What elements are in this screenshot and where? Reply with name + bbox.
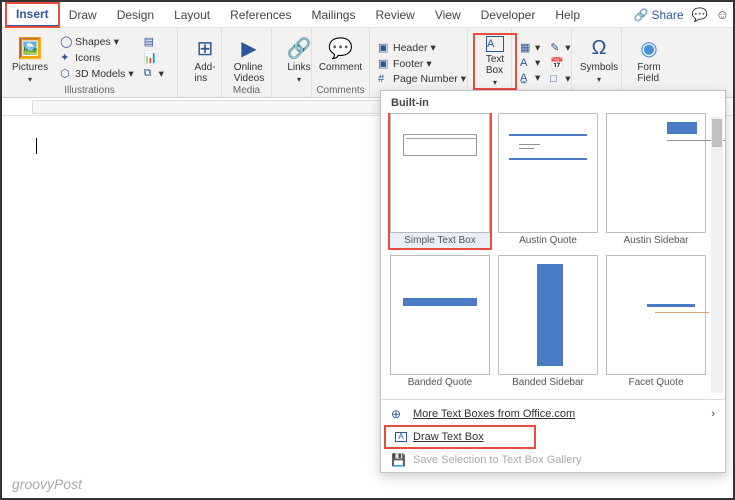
tab-help[interactable]: Help [545, 4, 590, 26]
object-button[interactable]: □▾ [548, 72, 572, 86]
textbox-dropdown: Built-in ▬▬▬▬▬▬▬▬▬▬▬▬▬▬▬▬▬▬▬▬▬▬▬▬▬▬▬▬▬▬▬… [380, 90, 726, 473]
share-icon: 🔗 [634, 8, 649, 22]
formfield-icon: ◉ [640, 36, 657, 60]
chevron-right-icon: › [711, 408, 715, 420]
dropcap-icon: A͇ [520, 72, 532, 84]
draw-text-box-button[interactable]: ADraw Text Box [385, 426, 535, 448]
header-icon: ▣ [378, 41, 390, 54]
chart-button[interactable]: 📊 [142, 50, 166, 65]
more-textboxes-button[interactable]: ⊕More Text Boxes from Office.com› [381, 402, 725, 426]
sig-icon: ✎ [550, 41, 562, 54]
tab-developer[interactable]: Developer [471, 4, 546, 26]
dropdown-header: Built-in [381, 91, 725, 113]
sigline-button[interactable]: ✎▾ [548, 40, 572, 55]
icons-icon: ✦ [60, 51, 72, 64]
pagenumber-button[interactable]: #Page Number ▾ [376, 72, 468, 86]
obj-icon: □ [550, 73, 562, 85]
footer-button[interactable]: ▣Footer ▾ [376, 56, 468, 71]
pictures-button[interactable]: 🖼️Pictures▾ [8, 34, 52, 86]
textbox-icon: A [486, 36, 504, 52]
online-videos-button[interactable]: ▶Online Videos [228, 34, 270, 86]
comments-icon[interactable]: 💬 [692, 7, 708, 23]
dropcap-button[interactable]: A͇▾ [518, 71, 542, 85]
shapes-icon: ◯ [60, 35, 72, 48]
gallery-banded-quote[interactable]: Banded Quote [389, 255, 491, 391]
addins-icon: ⊞ [197, 36, 214, 60]
comment-button[interactable]: 💬Comment [318, 34, 363, 75]
tab-design[interactable]: Design [107, 4, 164, 26]
gallery-facet-quote[interactable]: ▬▬▬▬▬▬▬▬▬▬▬▬▬▬▬▬▬▬ Facet Quote [605, 255, 707, 391]
tab-layout[interactable]: Layout [164, 4, 220, 26]
symbols-button[interactable]: ΩSymbols▾ [578, 34, 620, 86]
group-illustrations: 🖼️Pictures▾ ◯Shapes ▾ ✦Icons ⬡3D Models … [2, 28, 178, 97]
group-media: ▶Online Videos Media [222, 28, 272, 97]
gallery-austin-sidebar[interactable]: ▬▬▬▬▬▬▬▬▬▬▬▬▬▬▬▬▬▬▬▬▬▬▬▬▬▬▬▬▬▬▬▬▬▬▬▬▬▬▬▬… [605, 113, 707, 249]
shapes-button[interactable]: ◯Shapes ▾ [58, 34, 135, 49]
watermark: groovyPost [12, 476, 82, 492]
smartart-button[interactable]: ▤ [142, 34, 166, 49]
datetime-button[interactable]: 📅 [548, 56, 572, 71]
text-box-button[interactable]: AText Box▾ [474, 34, 516, 89]
draw-textbox-icon: A [395, 432, 407, 442]
gallery-simple-text-box[interactable]: ▬▬▬▬▬▬▬▬▬▬▬▬▬▬▬▬▬▬▬▬▬▬▬▬▬▬▬▬▬▬▬▬▬▬▬▬▬▬▬▬… [389, 113, 491, 249]
tab-references[interactable]: References [220, 4, 301, 26]
video-icon: ▶ [241, 36, 256, 60]
gallery-scrollbar[interactable] [711, 117, 723, 393]
screenshot-icon: ⧉ [144, 67, 156, 80]
comment-icon: 💬 [328, 36, 353, 60]
icons-button[interactable]: ✦Icons [58, 50, 135, 65]
face-icon[interactable]: ☺ [716, 7, 729, 22]
3dmodels-button[interactable]: ⬡3D Models ▾ [58, 66, 135, 81]
footer-icon: ▣ [378, 57, 390, 70]
group-symbols: ΩSymbols▾ [572, 28, 622, 97]
tab-draw[interactable]: Draw [59, 4, 107, 26]
form-field-button[interactable]: ◉Form Field [628, 34, 670, 86]
wordart-icon: A [520, 57, 532, 69]
web-icon: ⊕ [391, 407, 407, 421]
save-icon: 💾 [391, 453, 407, 467]
group-label: Media [222, 85, 271, 96]
share-button[interactable]: 🔗Share [634, 8, 684, 22]
pictures-icon: 🖼️ [18, 36, 43, 60]
group-headerfooter: ▣Header ▾ ▣Footer ▾ #Page Number ▾ [370, 28, 468, 97]
tab-review[interactable]: Review [365, 4, 424, 26]
quickparts-button[interactable]: ▦▾ [518, 40, 542, 55]
pagenumber-icon: # [378, 73, 390, 85]
group-text: AText Box▾ [468, 28, 512, 97]
tab-right: 🔗Share 💬 ☺ [634, 7, 729, 23]
group-addins: ⊞Add- ins [178, 28, 222, 97]
gallery-banded-sidebar[interactable]: Banded Sidebar [497, 255, 599, 391]
ribbon: 🖼️Pictures▾ ◯Shapes ▾ ✦Icons ⬡3D Models … [2, 28, 733, 98]
date-icon: 📅 [550, 57, 562, 70]
chart-icon: 📊 [144, 51, 156, 64]
addins-button[interactable]: ⊞Add- ins [184, 34, 226, 86]
save-selection-button: 💾Save Selection to Text Box Gallery [381, 448, 725, 472]
tab-bar: Insert Draw Design Layout References Mai… [2, 2, 733, 28]
textbox-gallery: ▬▬▬▬▬▬▬▬▬▬▬▬▬▬▬▬▬▬▬▬▬▬▬▬▬▬▬▬▬▬▬▬▬▬▬▬▬▬▬▬… [381, 113, 725, 397]
screenshot-button[interactable]: ⧉▾ [142, 66, 166, 81]
cube-icon: ⬡ [60, 67, 72, 80]
group-comments: 💬Comment Comments [312, 28, 370, 97]
omega-icon: Ω [592, 36, 607, 60]
link-icon: 🔗 [287, 36, 312, 60]
header-button[interactable]: ▣Header ▾ [376, 40, 468, 55]
smartart-icon: ▤ [144, 35, 156, 48]
wordart-button[interactable]: A▾ [518, 56, 542, 70]
group-label: Illustrations [2, 85, 177, 96]
gallery-austin-quote[interactable]: ▬▬▬▬▬▬▬▬▬▬▬▬ Austin Quote [497, 113, 599, 249]
group-formfield: ◉Form Field [622, 28, 672, 97]
group-text2: ▦▾ A▾ A͇▾ ✎▾ 📅 □▾ [512, 28, 572, 97]
tab-view[interactable]: View [425, 4, 471, 26]
tab-mailings[interactable]: Mailings [301, 4, 365, 26]
parts-icon: ▦ [520, 41, 532, 54]
group-links: 🔗Links▾ [272, 28, 312, 97]
tab-insert[interactable]: Insert [6, 3, 59, 27]
group-label: Comments [312, 85, 369, 96]
text-cursor [36, 138, 37, 154]
